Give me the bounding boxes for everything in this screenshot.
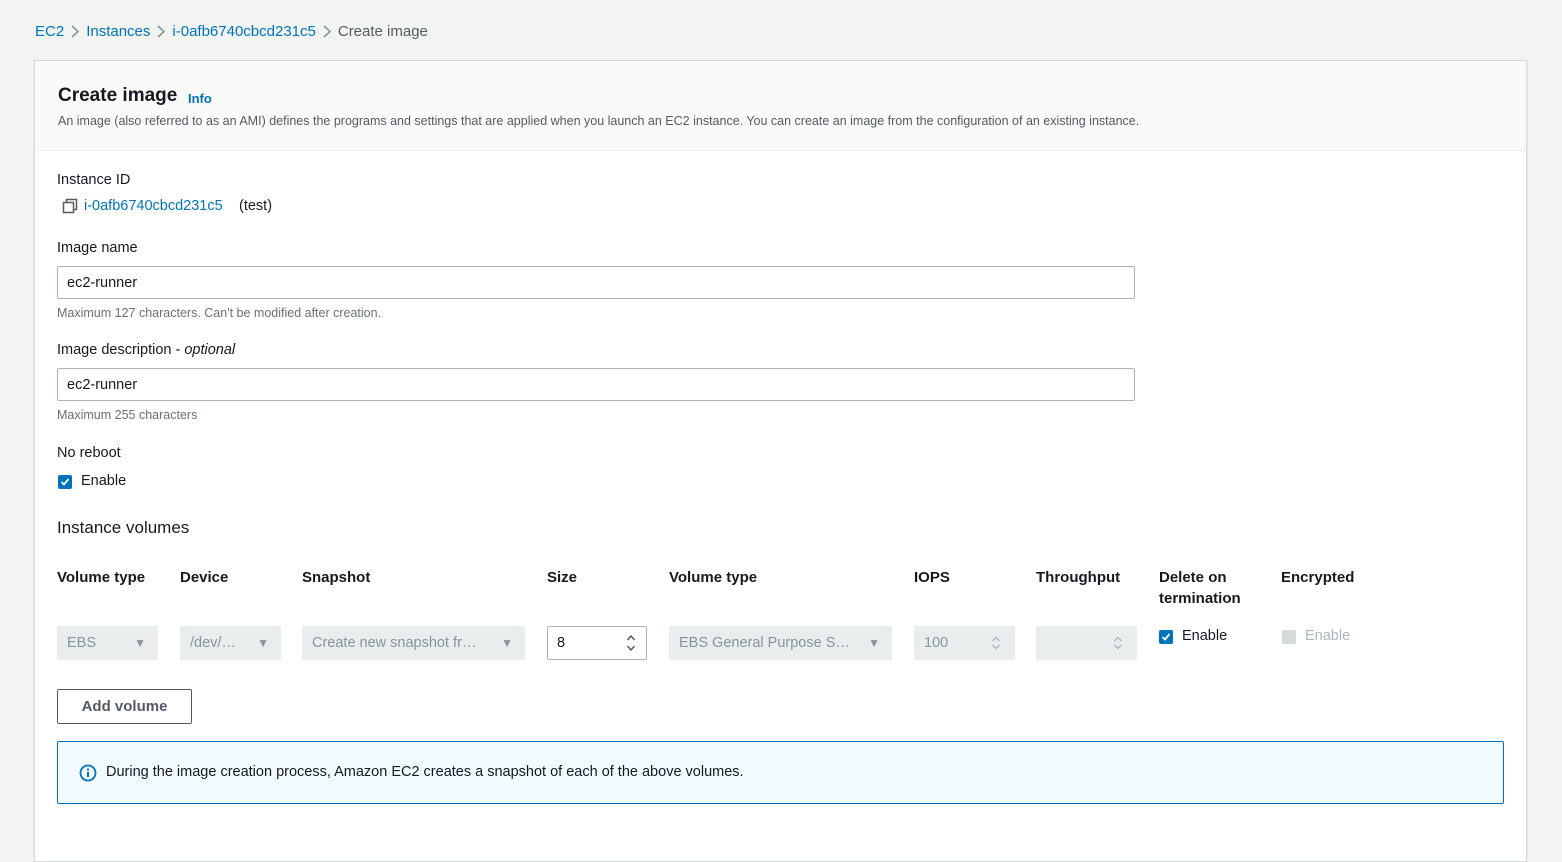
- delete-on-termination-label: Enable: [1182, 628, 1228, 644]
- no-reboot-enable-label: Enable: [81, 473, 127, 489]
- chevron-right-icon: [64, 23, 86, 40]
- instance-name: (test): [239, 198, 273, 214]
- breadcrumb-ec2[interactable]: EC2: [35, 23, 64, 40]
- col-device: Device: [180, 569, 229, 586]
- info-icon: [79, 764, 97, 782]
- stepper-icon: [1114, 636, 1122, 650]
- breadcrumb-instances[interactable]: Instances: [86, 23, 150, 40]
- iops-value: 100: [924, 635, 949, 651]
- volume-type-value: EBS: [67, 635, 97, 651]
- caret-down-icon: ▼: [257, 636, 269, 650]
- image-description-input[interactable]: [57, 368, 1135, 401]
- caret-down-icon: ▼: [868, 636, 880, 650]
- image-description-hint: Maximum 255 characters: [57, 408, 198, 422]
- col-snapshot: Snapshot: [302, 569, 371, 586]
- breadcrumb-current: Create image: [337, 22, 428, 40]
- iops-input: 100: [914, 626, 1015, 660]
- checkmark-icon: [60, 478, 70, 486]
- breadcrumb: EC2 Instances i-0afb6740cbcd231c5 Create…: [35, 20, 428, 42]
- col-delete-on-termination: Delete on termination: [1159, 569, 1241, 607]
- alert-text: During the image creation process, Amazo…: [106, 764, 744, 780]
- image-name-label: Image name: [57, 240, 138, 256]
- copy-icon[interactable]: [62, 198, 78, 214]
- breadcrumb-instance-id[interactable]: i-0afb6740cbcd231c5: [172, 23, 315, 40]
- snapshot-value: Create new snapshot fr…: [312, 635, 477, 651]
- device-value: /dev/…: [190, 635, 236, 651]
- ebs-volume-type-value: EBS General Purpose S…: [679, 635, 850, 651]
- caret-down-icon: ▼: [501, 636, 513, 650]
- image-description-label: Image description - optional: [57, 342, 235, 358]
- stepper-icon: [992, 636, 1000, 650]
- col-throughput: Throughput: [1036, 569, 1121, 586]
- device-select: /dev/… ▼: [180, 626, 281, 660]
- col-size: Size: [547, 569, 578, 586]
- instance-volumes-title: Instance volumes: [57, 518, 190, 537]
- col-volume-type: Volume type: [57, 569, 146, 586]
- encrypted-label: Enable: [1305, 628, 1351, 644]
- size-value: 8: [557, 635, 566, 651]
- chevron-right-icon: [316, 23, 338, 40]
- size-input[interactable]: 8: [547, 626, 647, 660]
- optional-label: optional: [184, 342, 236, 358]
- checkmark-icon: [1161, 633, 1171, 641]
- encrypted-checkbox: [1282, 630, 1296, 644]
- caret-down-icon: ▼: [134, 636, 146, 650]
- col-iops: IOPS: [914, 569, 950, 586]
- ebs-volume-type-select: EBS General Purpose S… ▼: [669, 626, 892, 660]
- add-volume-button[interactable]: Add volume: [57, 689, 192, 724]
- col-encrypted: Encrypted: [1281, 569, 1355, 586]
- page-title: Create image: [58, 85, 178, 106]
- stepper-icon[interactable]: [626, 633, 636, 653]
- no-reboot-label: No reboot: [57, 445, 121, 461]
- volume-type-select: EBS ▼: [57, 626, 158, 660]
- page-description: An image (also referred to as an AMI) de…: [58, 114, 1140, 128]
- chevron-right-icon: [150, 23, 172, 40]
- image-description-label-text: Image description -: [57, 342, 185, 358]
- instance-id-label: Instance ID: [57, 172, 131, 188]
- image-name-input[interactable]: [57, 266, 1135, 299]
- instance-id-link[interactable]: i-0afb6740cbcd231c5: [84, 198, 223, 214]
- image-name-hint: Maximum 127 characters. Can't be modifie…: [57, 306, 382, 320]
- delete-on-termination-checkbox[interactable]: [1159, 630, 1173, 644]
- throughput-input: [1036, 626, 1137, 660]
- info-link[interactable]: Info: [188, 91, 212, 106]
- panel-header: Create image Info An image (also referre…: [35, 61, 1526, 151]
- col-ebs-volume-type: Volume type: [669, 569, 758, 586]
- info-alert: During the image creation process, Amazo…: [57, 741, 1504, 804]
- no-reboot-checkbox[interactable]: [58, 475, 72, 489]
- snapshot-select: Create new snapshot fr… ▼: [302, 626, 525, 660]
- create-image-panel: Create image Info An image (also referre…: [34, 60, 1527, 862]
